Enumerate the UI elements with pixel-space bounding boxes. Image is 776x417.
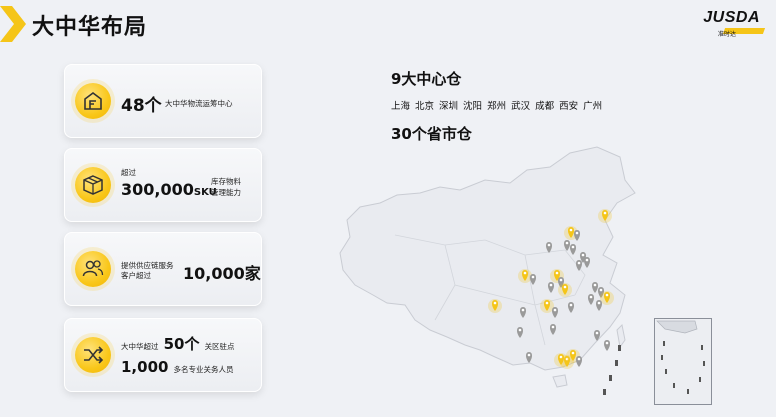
warehouse-icon bbox=[75, 83, 111, 119]
pin-dot bbox=[577, 357, 581, 361]
pin-dot bbox=[553, 308, 557, 312]
stat-number: 10,000家 bbox=[183, 264, 261, 283]
stat-card-customs: 大中华超过 50个 关区驻点 1,000 多名专业关务人员 bbox=[64, 318, 262, 392]
stat-desc-line1: 库存物料 bbox=[211, 177, 241, 186]
pin-dot bbox=[585, 258, 589, 262]
pin-dot bbox=[593, 283, 597, 287]
pin-dot bbox=[605, 293, 609, 297]
stat-card-customers: 提供供应链服务 客户超过 10,000家 bbox=[64, 232, 262, 306]
pin-dot bbox=[597, 301, 601, 305]
south-china-sea-inset bbox=[654, 318, 712, 405]
province-pin-icon bbox=[576, 356, 582, 367]
pin-dot bbox=[555, 271, 559, 275]
pin-dot bbox=[569, 228, 573, 232]
stat-line1: 大中华超过 50个 关区驻点 bbox=[121, 333, 235, 354]
pin-dot bbox=[527, 353, 531, 357]
pin-dot bbox=[518, 328, 522, 332]
pin-dot bbox=[493, 301, 497, 305]
stat-number-row: 300,000SKU bbox=[121, 180, 217, 199]
province-warehouse-title: 30个省市仓 bbox=[391, 125, 472, 143]
stat-number: 48个 bbox=[121, 96, 162, 116]
stat-line2-suffix: 多名专业关务人员 bbox=[173, 365, 234, 374]
taiwan-island bbox=[616, 323, 626, 349]
customs-shuffle-icon bbox=[75, 337, 111, 373]
pin-dot bbox=[575, 231, 579, 235]
inset-map bbox=[656, 320, 705, 394]
pin-dot bbox=[565, 241, 569, 245]
stat-desc-line2: 客户超过 bbox=[121, 271, 151, 280]
package-box-icon bbox=[75, 167, 111, 203]
pin-dot bbox=[545, 301, 549, 305]
stat-number: 300,000 bbox=[121, 180, 194, 199]
stat-line1-number: 50个 bbox=[163, 335, 200, 353]
stat-line1-prefix: 大中华超过 bbox=[121, 342, 159, 351]
pin-dot bbox=[605, 341, 609, 345]
pin-dot bbox=[581, 253, 585, 257]
pin-dot bbox=[589, 295, 593, 299]
pin-dot bbox=[571, 351, 575, 355]
pin-dot bbox=[551, 325, 555, 329]
stat-line2-number: 1,000 bbox=[121, 358, 169, 376]
stat-card-logistics-centers: 48个 大中华物流运筹中心 bbox=[64, 64, 262, 138]
pin-dot bbox=[603, 211, 607, 215]
hainan-island bbox=[552, 374, 568, 388]
pin-dot bbox=[563, 285, 567, 289]
stat-card-sku: 超过 300,000SKU 库存物料 管理能力 bbox=[64, 148, 262, 222]
users-group-icon bbox=[75, 251, 111, 287]
pin-dot bbox=[521, 308, 525, 312]
logo-text: JUSDA bbox=[703, 9, 760, 26]
pin-dot bbox=[547, 243, 551, 247]
pin-dot bbox=[571, 245, 575, 249]
chevron-right-icon bbox=[0, 6, 26, 42]
sea-dashes bbox=[603, 345, 621, 395]
hub-city-list: 上海 北京 深圳 沈阳 郑州 武汉 成都 西安 广州 bbox=[391, 101, 603, 112]
map-outline bbox=[339, 146, 636, 371]
stat-desc-line2: 管理能力 bbox=[211, 188, 241, 197]
hub-warehouse-title: 9大中心仓 bbox=[391, 70, 462, 88]
pin-dot bbox=[577, 261, 581, 265]
pin-dot bbox=[531, 275, 535, 279]
pin-dot bbox=[569, 303, 573, 307]
logo-subtitle: 准时达 bbox=[717, 31, 736, 38]
pin-dot bbox=[595, 331, 599, 335]
pin-dot bbox=[549, 283, 553, 287]
page-title: 大中华布局 bbox=[32, 15, 148, 40]
stat-prefix: 超过 bbox=[121, 168, 136, 177]
stat-line2: 1,000 多名专业关务人员 bbox=[121, 357, 234, 376]
pin-dot bbox=[523, 271, 527, 275]
pin-dot bbox=[559, 278, 563, 282]
province-pin-icon bbox=[604, 340, 610, 351]
pin-dot bbox=[599, 288, 603, 292]
stat-line1-suffix: 关区驻点 bbox=[204, 342, 235, 351]
stat-desc: 大中华物流运筹中心 bbox=[165, 99, 233, 108]
